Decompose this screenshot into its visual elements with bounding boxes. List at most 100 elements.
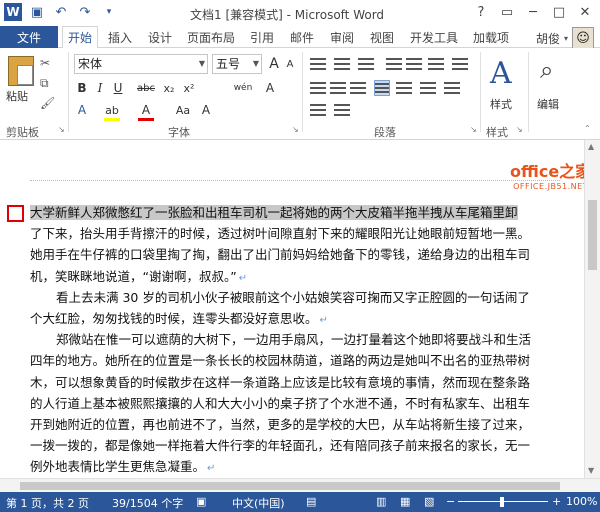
zoom-level[interactable]: 100% (566, 495, 597, 508)
document-line[interactable]: 四年的地方。她所在的位置是一条长长的校园林荫道，道路的两边是她叫不出名的亚热带树 (30, 350, 530, 372)
scroll-thumb[interactable] (20, 482, 560, 490)
tab-addins[interactable]: 加载项 (468, 26, 514, 48)
clear-formatting-button[interactable]: A (262, 78, 278, 98)
avatar: ☺ (572, 27, 594, 49)
distributed-icon[interactable] (396, 80, 412, 96)
document-line[interactable]: 看上去未满 30 岁的司机小伙子被眼前这个小姑娘笑容可掬而又字正腔圆的一句话闹了 (56, 287, 530, 309)
paste-icon[interactable] (8, 56, 34, 86)
increase-indent-icon[interactable] (406, 56, 422, 72)
close-icon[interactable]: ✕ (574, 2, 596, 22)
tab-home[interactable]: 开始 (62, 26, 98, 49)
print-layout-icon[interactable]: ▦ (400, 495, 410, 508)
tab-page-layout[interactable]: 页面布局 (182, 26, 240, 48)
change-case-button[interactable]: Aa (172, 100, 194, 120)
document-line[interactable]: 开到她附近的位置，再也前进不了，当然，更多的是学校的大巴，从车站将新生接了过来， (30, 414, 530, 436)
borders-icon[interactable] (310, 102, 326, 118)
align-right-icon[interactable] (350, 80, 366, 96)
bold-button[interactable]: B (74, 78, 90, 98)
document-line[interactable]: 她用手在牛仔裤的口袋里掏了掏，翻出了出门前妈妈给她备下的零钱，递给身边的出租车司 (30, 244, 530, 266)
language-indicator[interactable]: 中文(中国) (232, 495, 285, 511)
document-line[interactable]: 了下来，抬头用手背擦汗的时候，透过树叶间隙直射下来的耀眼阳光让她眼前短暂地一黑。 (30, 223, 530, 245)
scroll-down-icon[interactable]: ▼ (588, 466, 594, 475)
copy-icon[interactable]: ⧉ (40, 76, 49, 91)
font-launcher-icon[interactable]: ↘ (292, 125, 299, 134)
ribbon-tabs: 文件 开始 插入 设计 页面布局 引用 邮件 审阅 视图 开发工具 加载项 胡俊… (0, 26, 600, 49)
decrease-indent-icon[interactable] (386, 56, 402, 72)
collapse-ribbon-icon[interactable]: ⌃ (584, 124, 591, 133)
document-line[interactable]: 一拨一拨的，都是像她一样拖着大件行李的年轻面孔，还有陪同孩子前来报名的家长，无一 (30, 435, 530, 457)
find-icon[interactable]: ⌕ (540, 56, 553, 84)
clipboard-launcher-icon[interactable]: ↘ (58, 125, 65, 134)
scroll-up-icon[interactable]: ▲ (588, 142, 594, 151)
editing-button[interactable]: 编辑 (537, 96, 559, 112)
justify-icon[interactable] (374, 80, 390, 96)
read-mode-icon[interactable]: ▥ (376, 495, 386, 508)
web-layout-icon[interactable]: ▧ (424, 495, 434, 508)
tab-review[interactable]: 审阅 (324, 26, 360, 48)
grow-font-button[interactable]: A (266, 54, 282, 74)
align-left-icon[interactable] (310, 80, 326, 96)
undo-icon[interactable]: ↶ (52, 5, 70, 20)
paragraph-launcher-icon[interactable]: ↘ (470, 125, 477, 134)
styles-button[interactable]: 样式 (490, 96, 512, 112)
ribbon-display-icon[interactable]: ▭ (496, 2, 518, 22)
bullets-icon[interactable] (310, 56, 326, 72)
font-name-select[interactable]: 宋体 ▼ (74, 54, 208, 74)
customize-icon[interactable]: ▾ (100, 7, 118, 17)
zoom-slider-thumb[interactable] (500, 497, 504, 507)
tab-file[interactable]: 文件 (0, 26, 58, 48)
document-line[interactable]: 木，可以想象黄昏的时候散步在这样一条道路上应该是比较有意境的事情，然而现在整条路 (30, 372, 530, 394)
font-size-select[interactable]: 五号 ▼ (212, 54, 262, 74)
format-painter-icon[interactable]: 🖌 (40, 96, 55, 110)
user-account[interactable]: 胡俊 ▾ ☺ (536, 27, 594, 49)
tab-design[interactable]: 设计 (142, 26, 178, 48)
styles-icon[interactable]: A (490, 56, 512, 91)
font-color-button[interactable]: A (138, 100, 154, 120)
maximize-icon[interactable]: □ (548, 2, 570, 22)
numbering-icon[interactable] (334, 56, 350, 72)
styles-launcher-icon[interactable]: ↘ (516, 125, 523, 134)
tab-developer[interactable]: 开发工具 (404, 26, 464, 48)
shrink-font-button[interactable]: A (282, 54, 298, 74)
italic-button[interactable]: I (92, 78, 108, 98)
highlight-button[interactable]: ab (102, 100, 122, 120)
document-line[interactable]: 的人行道上基本被熙熙攘攘的人和大大小小的桌子挤了个水泄不通，不时有私家车、出租车 (30, 393, 530, 415)
underline-button[interactable]: U (110, 78, 126, 98)
line-spacing-icon[interactable] (420, 80, 436, 96)
page-count[interactable]: 第 1 页，共 2 页 (6, 495, 89, 511)
paste-button[interactable]: 粘贴 (6, 88, 28, 104)
logo-main-text: office之家 (510, 162, 592, 181)
text-effects-button[interactable]: A (74, 100, 90, 120)
multilevel-list-icon[interactable] (358, 56, 374, 72)
chinese-layout-icon[interactable] (334, 102, 350, 118)
logo-sub-text: OFFICE.JB51.NET (513, 182, 589, 191)
superscript-button[interactable]: x² (180, 78, 198, 98)
minimize-icon[interactable]: ─ (522, 2, 544, 22)
cut-icon[interactable]: ✂ (40, 56, 50, 70)
subscript-button[interactable]: x₂ (160, 78, 178, 98)
document-line[interactable]: 大学新鲜人郑微憋红了一张脸和出租车司机一起将她的两个大皮箱半拖半拽从车尾箱里卸 (30, 202, 518, 224)
horizontal-scrollbar[interactable] (0, 478, 600, 492)
phonetic-guide-button[interactable]: wén (232, 78, 254, 98)
character-shading-button[interactable]: A (198, 100, 214, 120)
document-line[interactable]: 郑微站在惟一可以遮荫的大树下，一边用手扇风，一边打量着这个她即将要战斗和生活 (56, 329, 531, 351)
strikethrough-button[interactable]: abc (134, 78, 158, 98)
macro-icon[interactable]: ▤ (306, 495, 316, 508)
tab-mailings[interactable]: 邮件 (284, 26, 320, 48)
tab-view[interactable]: 视图 (364, 26, 400, 48)
show-marks-icon[interactable] (452, 56, 468, 72)
scroll-thumb[interactable] (588, 200, 597, 270)
redo-icon[interactable]: ↷ (76, 5, 94, 20)
vertical-scrollbar[interactable]: ▲ ▼ (584, 140, 600, 478)
zoom-out-button[interactable]: − (446, 495, 455, 508)
save-icon[interactable]: ▣ (28, 5, 46, 20)
sort-icon[interactable] (428, 56, 444, 72)
tab-references[interactable]: 引用 (244, 26, 280, 48)
tab-insert[interactable]: 插入 (102, 26, 138, 48)
word-count[interactable]: 39/1504 个字 (112, 495, 183, 511)
help-icon[interactable]: ? (470, 2, 492, 22)
proofing-icon[interactable]: ▣ (196, 495, 206, 508)
zoom-in-button[interactable]: + (552, 495, 561, 508)
shading-icon[interactable] (444, 80, 460, 96)
align-center-icon[interactable] (330, 80, 346, 96)
